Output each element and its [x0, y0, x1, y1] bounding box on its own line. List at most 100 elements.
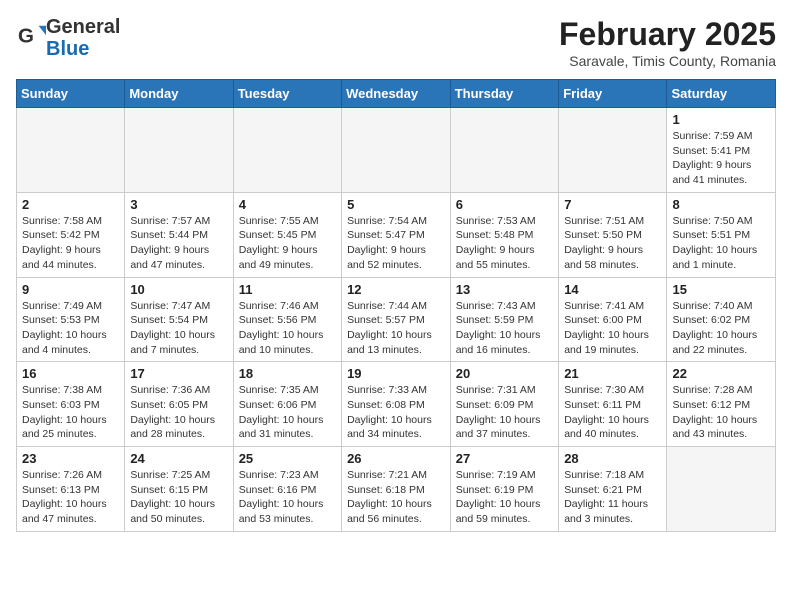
day-number: 10: [130, 282, 227, 297]
calendar-cell: 28 Sunrise: 7:18 AM Sunset: 6:21 PM Dayli…: [559, 447, 667, 532]
calendar-cell: 8 Sunrise: 7:50 AM Sunset: 5:51 PM Daylig…: [667, 192, 776, 277]
day-info: Sunrise: 7:23 AM Sunset: 6:16 PM Dayligh…: [239, 468, 336, 527]
calendar-cell: [342, 108, 451, 193]
page-header: G General Blue February 2025 Saravale, T…: [16, 16, 776, 69]
calendar-cell: 17 Sunrise: 7:36 AM Sunset: 6:05 PM Dayli…: [125, 362, 233, 447]
calendar-cell: 18 Sunrise: 7:35 AM Sunset: 6:06 PM Dayli…: [233, 362, 341, 447]
day-number: 16: [22, 366, 119, 381]
day-number: 5: [347, 197, 445, 212]
location-subtitle: Saravale, Timis County, Romania: [559, 53, 776, 69]
day-info: Sunrise: 7:31 AM Sunset: 6:09 PM Dayligh…: [456, 383, 553, 442]
title-area: February 2025 Saravale, Timis County, Ro…: [559, 16, 776, 69]
day-info: Sunrise: 7:44 AM Sunset: 5:57 PM Dayligh…: [347, 299, 445, 358]
week-row: 23Sunrise: 7:26 AM Sunset: 6:13 PM Dayli…: [17, 447, 776, 532]
day-info: Sunrise: 7:26 AM Sunset: 6:13 PM Dayligh…: [22, 468, 119, 527]
month-title: February 2025: [559, 16, 776, 53]
day-info: Sunrise: 7:47 AM Sunset: 5:54 PM Dayligh…: [130, 299, 227, 358]
weekday-header-row: SundayMondayTuesdayWednesdayThursdayFrid…: [17, 80, 776, 108]
day-number: 15: [672, 282, 770, 297]
calendar-cell: 7 Sunrise: 7:51 AM Sunset: 5:50 PM Daylig…: [559, 192, 667, 277]
day-info: Sunrise: 7:50 AM Sunset: 5:51 PM Dayligh…: [672, 214, 770, 273]
day-number: 2: [22, 197, 119, 212]
week-row: 2 Sunrise: 7:58 AM Sunset: 5:42 PM Daylig…: [17, 192, 776, 277]
day-info: Sunrise: 7:43 AM Sunset: 5:59 PM Dayligh…: [456, 299, 553, 358]
calendar-cell: 23Sunrise: 7:26 AM Sunset: 6:13 PM Dayli…: [17, 447, 125, 532]
calendar-cell: 15 Sunrise: 7:40 AM Sunset: 6:02 PM Dayli…: [667, 277, 776, 362]
day-info: Sunrise: 7:21 AM Sunset: 6:18 PM Dayligh…: [347, 468, 445, 527]
week-row: 1 Sunrise: 7:59 AM Sunset: 5:41 PM Daylig…: [17, 108, 776, 193]
weekday-header: Friday: [559, 80, 667, 108]
weekday-header: Thursday: [450, 80, 558, 108]
day-number: 19: [347, 366, 445, 381]
calendar-cell: 12 Sunrise: 7:44 AM Sunset: 5:57 PM Dayli…: [342, 277, 451, 362]
day-info: Sunrise: 7:38 AM Sunset: 6:03 PM Dayligh…: [22, 383, 119, 442]
calendar-cell: 24Sunrise: 7:25 AM Sunset: 6:15 PM Dayli…: [125, 447, 233, 532]
svg-text:G: G: [18, 24, 34, 47]
logo: G General Blue: [16, 16, 120, 60]
day-info: Sunrise: 7:41 AM Sunset: 6:00 PM Dayligh…: [564, 299, 661, 358]
logo-general-text: General: [46, 16, 120, 38]
calendar-cell: 14 Sunrise: 7:41 AM Sunset: 6:00 PM Dayli…: [559, 277, 667, 362]
calendar-cell: 21 Sunrise: 7:30 AM Sunset: 6:11 PM Dayli…: [559, 362, 667, 447]
calendar-cell: 20 Sunrise: 7:31 AM Sunset: 6:09 PM Dayli…: [450, 362, 558, 447]
day-info: Sunrise: 7:53 AM Sunset: 5:48 PM Dayligh…: [456, 214, 553, 273]
day-number: 28: [564, 451, 661, 466]
day-info: Sunrise: 7:18 AM Sunset: 6:21 PM Dayligh…: [564, 468, 661, 527]
day-number: 1: [672, 112, 770, 127]
day-info: Sunrise: 7:59 AM Sunset: 5:41 PM Dayligh…: [672, 129, 770, 188]
day-info: Sunrise: 7:58 AM Sunset: 5:42 PM Dayligh…: [22, 214, 119, 273]
calendar-cell: 2 Sunrise: 7:58 AM Sunset: 5:42 PM Daylig…: [17, 192, 125, 277]
logo-icon: G: [18, 22, 46, 50]
calendar-cell: 10 Sunrise: 7:47 AM Sunset: 5:54 PM Dayli…: [125, 277, 233, 362]
calendar-cell: 13 Sunrise: 7:43 AM Sunset: 5:59 PM Dayli…: [450, 277, 558, 362]
calendar-cell: 3 Sunrise: 7:57 AM Sunset: 5:44 PM Daylig…: [125, 192, 233, 277]
calendar-cell: 6 Sunrise: 7:53 AM Sunset: 5:48 PM Daylig…: [450, 192, 558, 277]
week-row: 9 Sunrise: 7:49 AM Sunset: 5:53 PM Daylig…: [17, 277, 776, 362]
day-number: 25: [239, 451, 336, 466]
logo-blue-text: Blue: [46, 38, 89, 60]
calendar-cell: 5 Sunrise: 7:54 AM Sunset: 5:47 PM Daylig…: [342, 192, 451, 277]
day-info: Sunrise: 7:40 AM Sunset: 6:02 PM Dayligh…: [672, 299, 770, 358]
day-number: 7: [564, 197, 661, 212]
calendar-table: SundayMondayTuesdayWednesdayThursdayFrid…: [16, 79, 776, 532]
calendar-cell: 19 Sunrise: 7:33 AM Sunset: 6:08 PM Dayli…: [342, 362, 451, 447]
day-number: 3: [130, 197, 227, 212]
day-number: 11: [239, 282, 336, 297]
calendar-cell: [667, 447, 776, 532]
day-info: Sunrise: 7:51 AM Sunset: 5:50 PM Dayligh…: [564, 214, 661, 273]
day-info: Sunrise: 7:49 AM Sunset: 5:53 PM Dayligh…: [22, 299, 119, 358]
weekday-header: Wednesday: [342, 80, 451, 108]
day-info: Sunrise: 7:30 AM Sunset: 6:11 PM Dayligh…: [564, 383, 661, 442]
day-info: Sunrise: 7:28 AM Sunset: 6:12 PM Dayligh…: [672, 383, 770, 442]
day-info: Sunrise: 7:33 AM Sunset: 6:08 PM Dayligh…: [347, 383, 445, 442]
day-info: Sunrise: 7:46 AM Sunset: 5:56 PM Dayligh…: [239, 299, 336, 358]
calendar-cell: 26 Sunrise: 7:21 AM Sunset: 6:18 PM Dayli…: [342, 447, 451, 532]
calendar-cell: [450, 108, 558, 193]
weekday-header: Saturday: [667, 80, 776, 108]
day-number: 27: [456, 451, 553, 466]
calendar-cell: 11 Sunrise: 7:46 AM Sunset: 5:56 PM Dayli…: [233, 277, 341, 362]
day-number: 20: [456, 366, 553, 381]
calendar-cell: 9 Sunrise: 7:49 AM Sunset: 5:53 PM Daylig…: [17, 277, 125, 362]
day-number: 26: [347, 451, 445, 466]
calendar-cell: 16 Sunrise: 7:38 AM Sunset: 6:03 PM Dayli…: [17, 362, 125, 447]
calendar-cell: [559, 108, 667, 193]
weekday-header: Monday: [125, 80, 233, 108]
day-number: 18: [239, 366, 336, 381]
day-info: Sunrise: 7:57 AM Sunset: 5:44 PM Dayligh…: [130, 214, 227, 273]
calendar-cell: 22 Sunrise: 7:28 AM Sunset: 6:12 PM Dayli…: [667, 362, 776, 447]
day-number: 24: [130, 451, 227, 466]
day-info: Sunrise: 7:54 AM Sunset: 5:47 PM Dayligh…: [347, 214, 445, 273]
day-number: 21: [564, 366, 661, 381]
day-number: 14: [564, 282, 661, 297]
calendar-cell: [125, 108, 233, 193]
day-number: 12: [347, 282, 445, 297]
day-number: 6: [456, 197, 553, 212]
day-info: Sunrise: 7:36 AM Sunset: 6:05 PM Dayligh…: [130, 383, 227, 442]
day-number: 8: [672, 197, 770, 212]
day-number: 13: [456, 282, 553, 297]
day-number: 17: [130, 366, 227, 381]
day-number: 9: [22, 282, 119, 297]
day-info: Sunrise: 7:35 AM Sunset: 6:06 PM Dayligh…: [239, 383, 336, 442]
day-number: 22: [672, 366, 770, 381]
